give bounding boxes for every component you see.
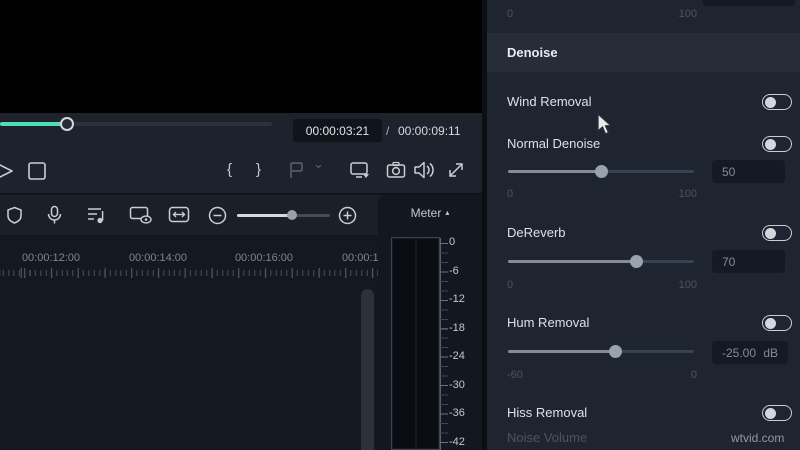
hiss-removal-label: Hiss Removal [507, 405, 588, 420]
speaker-volume-button[interactable] [413, 160, 437, 180]
slider-thumb[interactable] [595, 165, 609, 178]
timecode-separator: / [386, 124, 390, 138]
slider-thumb[interactable] [629, 255, 643, 268]
playback-progress-slider[interactable] [0, 117, 272, 131]
marker-icon[interactable] [288, 161, 308, 180]
progress-thumb[interactable] [59, 117, 74, 131]
hiss-removal-toggle[interactable] [762, 405, 792, 421]
normal-denoise-toggle[interactable] [762, 136, 792, 152]
video-preview [0, 0, 482, 113]
denoise-section-header: Denoise [487, 33, 800, 72]
scale-max: 100 [678, 279, 697, 291]
audio-list-button[interactable] [87, 206, 107, 224]
current-timecode: 00:00:03:21 [293, 119, 382, 142]
value-text: -25.00 [722, 345, 757, 360]
meter-scale-label: -24 [449, 350, 465, 363]
slider-fill [508, 260, 637, 263]
zoom-fill [237, 214, 292, 217]
meter-label: Meter [410, 206, 442, 220]
meter-scale-label: -36 [449, 407, 465, 420]
hum-removal-toggle[interactable] [762, 315, 792, 331]
meter-header[interactable]: Meter ▴ [378, 206, 482, 220]
normal-denoise-slider[interactable] [508, 165, 694, 178]
zoom-out-button[interactable] [208, 206, 227, 225]
microphone-record-button[interactable] [46, 205, 63, 226]
hum-removal-slider[interactable] [508, 345, 694, 358]
fit-timeline-button[interactable] [168, 206, 190, 224]
toggle-thumb [764, 96, 776, 108]
meter-scale-label: -12 [449, 293, 465, 306]
slider-fill [508, 350, 616, 353]
mark-in-button[interactable]: { [227, 161, 232, 178]
wind-removal-toggle[interactable] [762, 94, 792, 110]
dereverb-label: DeReverb [507, 225, 566, 240]
meter-scale-label: 0 [449, 236, 456, 248]
play-button[interactable] [0, 160, 15, 182]
normal-denoise-value[interactable]: 50 [712, 160, 785, 183]
denoise-title: Denoise [507, 45, 558, 60]
fullscreen-expand-button[interactable] [446, 161, 466, 180]
value-text: 50 [722, 164, 736, 179]
mark-out-button[interactable]: } [256, 161, 261, 178]
meter-channel-right [416, 239, 438, 448]
ruler-label: 00:00:12:00 [21, 252, 81, 264]
meter-channel-left [393, 239, 415, 448]
toggle-thumb [764, 138, 776, 150]
timeline-zoom-slider[interactable] [237, 210, 330, 220]
current-timecode-text: 00:00:03:21 [305, 123, 370, 138]
toggle-thumb [764, 407, 776, 419]
meter-scale-label: -6 [449, 264, 459, 277]
scale-min: -60 [507, 369, 523, 381]
wind-removal-label: Wind Removal [507, 94, 592, 109]
slider-fill [508, 170, 602, 173]
chevron-down-icon[interactable]: ⌄ [313, 156, 324, 172]
shield-protect-button[interactable] [6, 206, 23, 225]
scale-min: 0 [507, 188, 514, 200]
track-visibility-button[interactable] [129, 206, 154, 225]
progress-fill [0, 122, 67, 126]
dereverb-toggle[interactable] [762, 225, 792, 241]
meter-scale-label: -30 [449, 378, 465, 391]
display-device-button[interactable] [349, 161, 371, 180]
meter-scale-label: -18 [449, 321, 465, 334]
collapse-up-icon[interactable]: ▴ [445, 208, 449, 217]
meter-scale-label: -42 [449, 435, 465, 448]
ruler-label: 00:00:14:00 [128, 252, 188, 264]
watermark: wtvid.com [731, 431, 785, 445]
scrolled-value-box [703, 0, 795, 6]
dereverb-value[interactable]: 70 [712, 250, 785, 273]
snapshot-camera-button[interactable] [386, 161, 406, 179]
dereverb-scale: 0 100 [507, 279, 697, 291]
scale-max: 100 [678, 8, 697, 20]
normal-denoise-scale: 0 100 [507, 188, 697, 200]
ruler-label: 00:00:16:00 [234, 252, 294, 264]
zoom-thumb[interactable] [286, 210, 297, 220]
toggle-thumb [764, 227, 776, 239]
zoom-in-button[interactable] [338, 206, 357, 225]
total-timecode: 00:00:09:11 [398, 124, 461, 138]
ruler-minor-ticks[interactable] [0, 270, 378, 276]
value-unit: dB [763, 345, 778, 360]
stop-button[interactable] [27, 161, 47, 181]
toggle-thumb [764, 317, 776, 329]
noise-volume-label: Noise Volume [507, 430, 588, 445]
normal-denoise-label: Normal Denoise [507, 136, 601, 151]
hum-removal-value[interactable]: -25.00 dB [712, 341, 788, 364]
value-text: 70 [722, 254, 736, 269]
video-editor-app: 00:00:03:21 / 00:00:09:11 { } ⌄ 00:00:12… [0, 0, 800, 450]
dereverb-slider[interactable] [508, 255, 694, 268]
top-slider-scale: 0 100 [507, 8, 697, 20]
timeline-vertical-scrollbar[interactable] [361, 289, 374, 450]
meter-scale-labels: 0 -6 -12 -18 -24 -30 -36 -42 [449, 236, 479, 449]
hum-removal-scale: -60 0 [507, 369, 697, 381]
scale-max: 0 [690, 369, 697, 381]
hum-removal-label: Hum Removal [507, 315, 590, 330]
scale-min: 0 [507, 8, 514, 20]
slider-thumb[interactable] [609, 345, 623, 358]
mouse-cursor [597, 113, 612, 135]
meter-bars [391, 237, 440, 450]
scale-max: 100 [678, 188, 697, 200]
meter-scale-ticks [440, 242, 448, 443]
scale-min: 0 [507, 279, 514, 291]
